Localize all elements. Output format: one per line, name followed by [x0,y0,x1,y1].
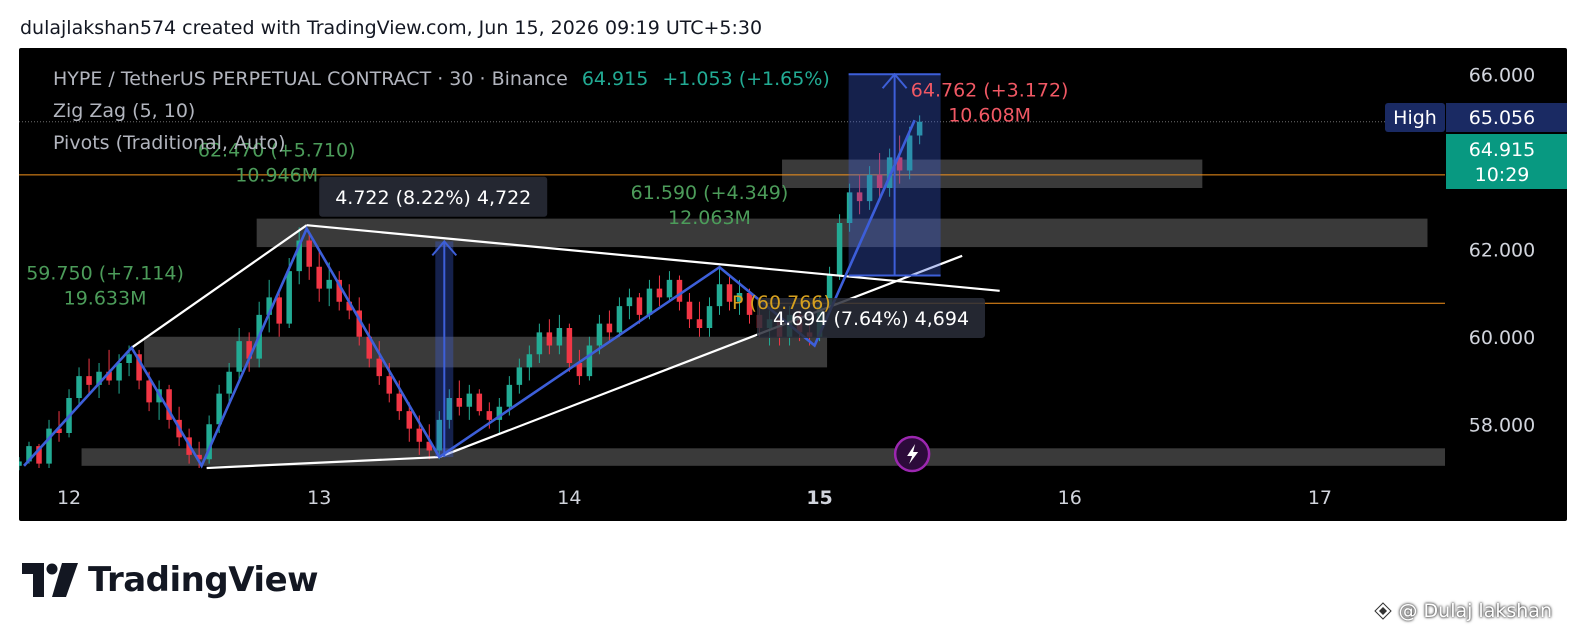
candle-body [696,319,703,328]
zigzag-label-value: 61.590 (+4.349) [631,182,789,204]
candle-body [596,323,603,346]
tradingview-logo-icon [22,563,78,597]
axes-layer: 12131415161766.00064.00062.00060.00058.0… [57,64,1567,509]
high-price-text: 65.056 [1469,107,1535,129]
zigzag-label-value: 59.750 (+7.114) [26,263,184,285]
price-chart[interactable]: 4.722 (8.22%) 4,7224.694 (7.64%) 4,694 5… [19,48,1567,521]
candle-body [276,297,282,324]
x-axis-tick-label: 17 [1308,487,1332,509]
support-resistance-zone [782,159,1203,188]
measure-label: 4.722 (8.22%) 4,722 [335,187,531,209]
candle-body [146,380,152,403]
zigzag-label-volume: 19.633M [64,288,147,310]
misc-layer [893,435,931,473]
zigzag-label-volume: 10.946M [235,165,318,187]
candle-body [676,279,683,302]
candle-body [626,297,633,307]
x-axis-tick-label: 13 [307,487,331,509]
candle-body [19,461,22,466]
candle-body [416,428,423,442]
candle-body [46,428,52,464]
candle-body [126,354,132,363]
candle-body [516,367,523,385]
candle-body [456,398,463,407]
author-credit-text: @ Dulaj lakshan [1398,600,1552,622]
candle-body [486,411,493,420]
author-credit: @ Dulaj lakshan [1374,600,1552,622]
zigzag-label-value: 64.762 (+3.172) [911,80,1069,102]
candle-body [116,363,122,381]
candle-body [546,332,553,346]
candle-body [716,284,723,307]
candle-body [236,341,242,372]
y-axis-tick-label: 58.000 [1469,414,1535,436]
chart-header: dulajlakshan574 created with TradingView… [20,17,763,39]
zigzag-label-volume: 10.608M [948,105,1031,127]
candle-body [616,306,623,333]
legend-symbol: HYPE / TetherUS PERPETUAL CONTRACT · 30 … [53,68,568,90]
candle-body [406,411,413,429]
pivot-label: P (60.766) [732,292,831,314]
candle-body [306,240,312,267]
x-axis-tick-label: 12 [57,487,81,509]
y-axis-tick-label: 60.000 [1469,327,1535,349]
legend-indicator-pivots[interactable]: Pivots (Traditional, Auto) [53,132,286,154]
candle-body [396,393,403,412]
x-axis-tick-label: 14 [557,487,581,509]
high-label-text: High [1393,107,1437,129]
candle-body [286,271,292,324]
legend-symbol-row: HYPE / TetherUS PERPETUAL CONTRACT · 30 … [53,68,830,90]
candle-body [326,279,332,289]
candle-body [526,354,533,368]
legend-change: +1.053 (+1.65%) [662,68,830,90]
bar-countdown-text: 10:29 [1475,164,1530,186]
candle-body [476,393,483,412]
candle-body [836,223,843,276]
measures-layer: 4.722 (8.22%) 4,7224.694 (7.64%) 4,694 [319,72,986,458]
candle-body [506,384,513,407]
candle-body [646,288,653,315]
candle-body [656,288,663,298]
candle-body [316,266,322,289]
tradingview-wordmark: TradingView [88,560,319,600]
legend-last-price: 64.915 [581,68,649,90]
candle-body [76,376,82,398]
chart-panel[interactable]: 4.722 (8.22%) 4,722 4.694 (7.64%) 4,694 5… [19,48,1567,521]
diamond-icon [1374,602,1393,620]
candle-body [606,323,613,333]
candle-body [686,301,693,320]
x-axis-tick-label: 16 [1058,487,1082,509]
candle-body [376,358,383,377]
candle-body [566,328,573,363]
candle-body [586,345,593,377]
candle-body [86,376,92,385]
x-axis-tick-label: 15 [806,487,832,509]
last-price-text: 64.915 [1469,139,1535,161]
tradingview-logo[interactable]: TradingView [22,560,319,600]
candle-body [706,306,713,328]
y-axis-tick-label: 62.000 [1469,239,1535,261]
candle-body [466,393,473,407]
candle-body [666,279,673,298]
candle-body [556,328,563,346]
candle-body [536,332,543,355]
y-axis-tick-label: 66.000 [1469,64,1535,86]
candle-body [226,371,232,394]
legend-indicator-zigzag[interactable]: Zig Zag (5, 10) [53,100,195,122]
zigzag-label-volume: 12.063M [668,207,751,229]
candle-body [636,297,643,315]
candle-body [386,376,393,394]
